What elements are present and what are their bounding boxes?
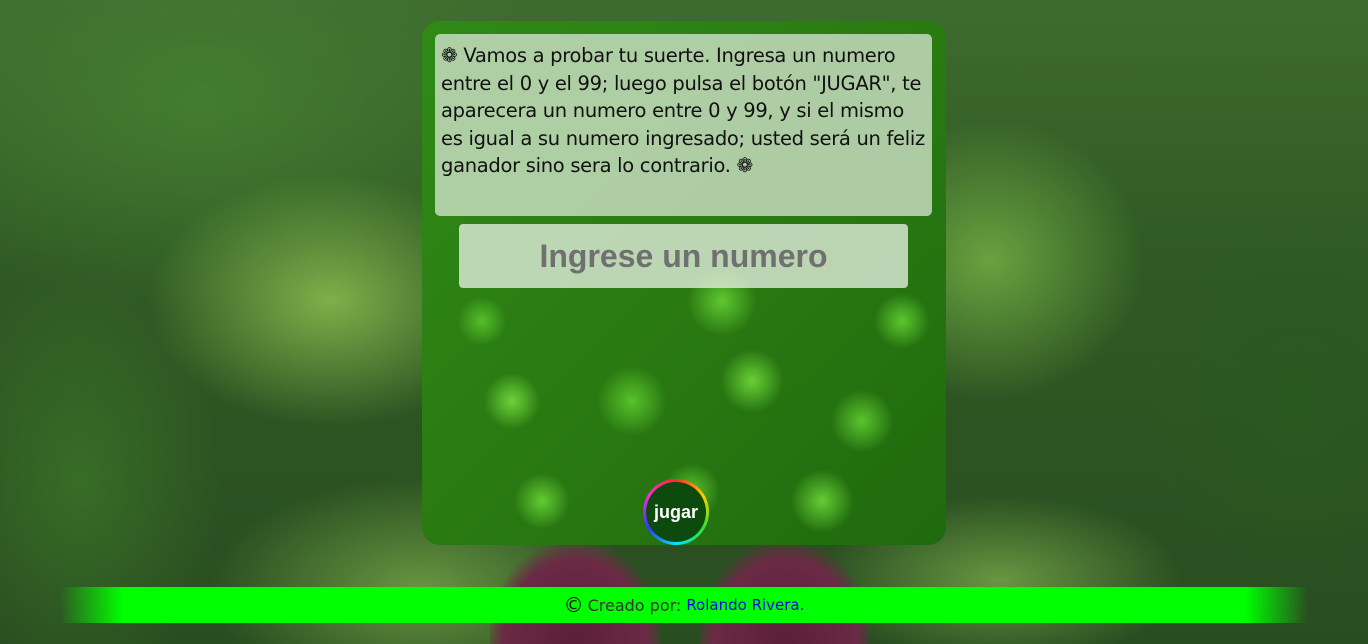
instructions-body: Vamos a probar tu suerte. Ingresa un num… <box>441 44 925 177</box>
game-card: ❁ Vamos a probar tu suerte. Ingresa un n… <box>422 21 946 545</box>
play-button-label: jugar <box>646 482 706 542</box>
page-background: { "intro": { "flower_icon": "❁", "text":… <box>0 0 1368 644</box>
play-button[interactable]: jugar <box>643 479 709 545</box>
flower-icon: ❁ <box>441 43 458 67</box>
footer-created-by: Creado por: <box>587 595 682 615</box>
author-link[interactable]: Rolando Rivera. <box>686 596 804 614</box>
copyright-icon: © <box>563 593 584 617</box>
instructions-text: ❁ Vamos a probar tu suerte. Ingresa un n… <box>435 34 932 216</box>
number-input[interactable] <box>459 224 908 288</box>
flower-icon: ❁ <box>736 153 754 177</box>
footer-bar: © Creado por: Rolando Rivera. <box>60 587 1308 623</box>
